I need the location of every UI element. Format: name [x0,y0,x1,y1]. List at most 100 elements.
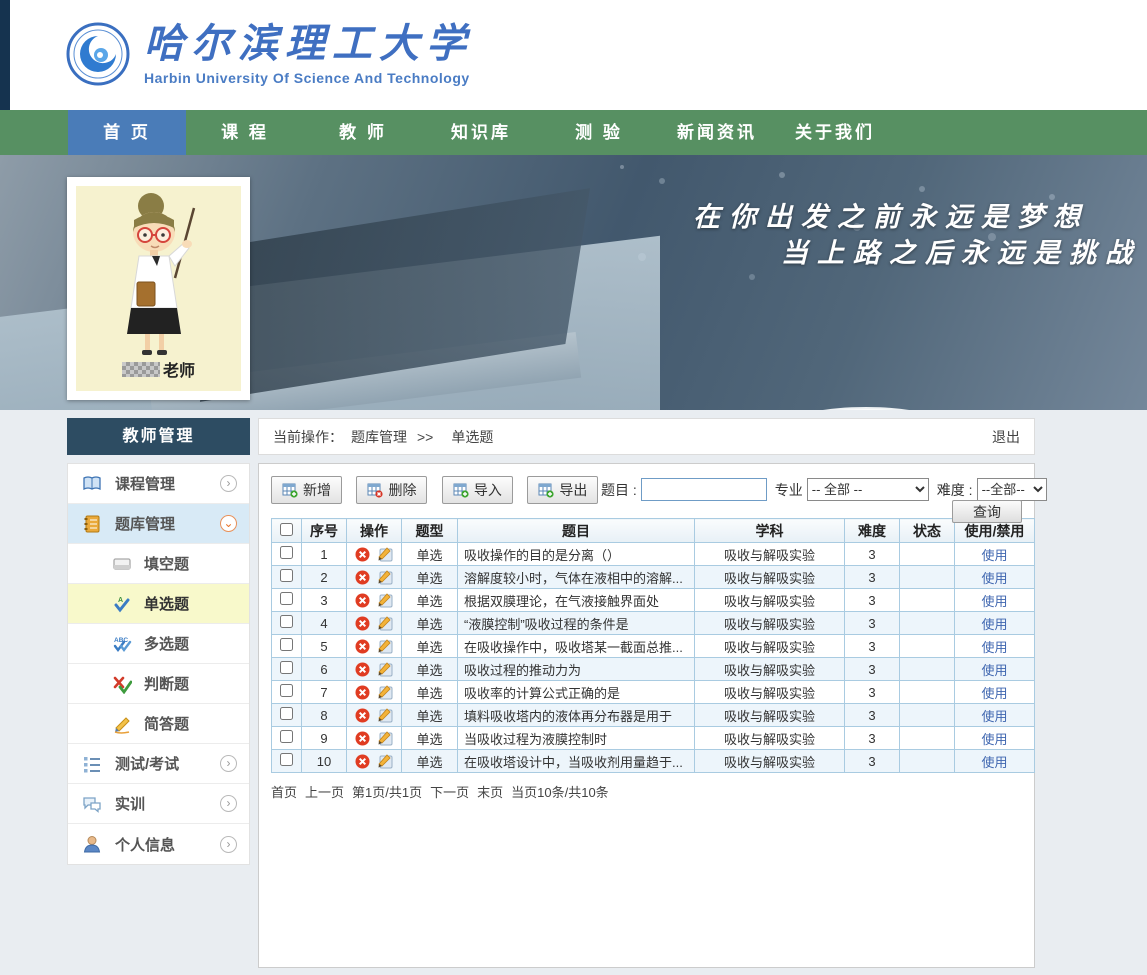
row-checkbox[interactable] [280,638,293,651]
sidebar-item-personal-info[interactable]: 个人信息 › [68,824,249,864]
pager-prev[interactable]: 上一页 [305,782,344,801]
sidebar-item-single-choice[interactable]: A 单选题 [68,584,249,624]
row-use-cell: 使用 [955,704,1035,727]
table-row: 6 单选 吸收过程的推动力为 吸收与解吸实验 3 使用 [272,658,1035,681]
row-number: 8 [302,704,347,727]
sidebar-item-question-bank[interactable]: 题库管理 ⌄ [68,504,249,544]
nav-item-home[interactable]: 首 页 [68,110,186,155]
delete-button[interactable]: 删除 [356,476,427,504]
delete-row-icon[interactable] [355,662,370,677]
delete-row-icon[interactable] [355,616,370,631]
row-difficulty: 3 [845,727,900,750]
select-all-checkbox[interactable] [280,523,293,536]
delete-row-icon[interactable] [355,593,370,608]
row-question-title: 溶解度较小时，气体在液相中的溶解... [458,566,695,589]
use-link[interactable]: 使用 [981,709,1007,724]
row-checkbox[interactable] [280,569,293,582]
row-operations [347,612,402,635]
row-checkbox[interactable] [280,661,293,674]
delete-row-icon[interactable] [355,547,370,562]
edit-row-icon[interactable] [377,753,393,769]
use-link[interactable]: 使用 [981,594,1007,609]
nav-item-teacher[interactable]: 教 师 [304,110,422,155]
use-link[interactable]: 使用 [981,732,1007,747]
delete-row-icon[interactable] [355,685,370,700]
col-header-difficulty: 难度 [845,519,900,543]
query-button[interactable]: 查询 [952,500,1022,523]
edit-row-icon[interactable] [377,615,393,631]
major-filter-label: 专业 [775,480,803,500]
table-export-icon [538,482,554,498]
use-link[interactable]: 使用 [981,571,1007,586]
sidebar-item-true-false[interactable]: 判断题 [68,664,249,704]
major-select[interactable]: -- 全部 -- [807,478,929,501]
title-search-input[interactable] [641,478,767,501]
sidebar-item-short-answer[interactable]: 简答题 [68,704,249,744]
edit-row-icon[interactable] [377,592,393,608]
row-checkbox[interactable] [280,730,293,743]
row-checkbox-cell [272,727,302,750]
edit-row-icon[interactable] [377,730,393,746]
row-operations [347,750,402,773]
use-link[interactable]: 使用 [981,548,1007,563]
import-button[interactable]: 导入 [442,476,513,504]
use-link[interactable]: 使用 [981,663,1007,678]
pager-last[interactable]: 末页 [477,782,503,801]
delete-row-icon[interactable] [355,570,370,585]
row-checkbox[interactable] [280,592,293,605]
corner-strip [0,0,10,110]
list-icon [82,754,102,774]
nav-item-knowledge[interactable]: 知识库 [422,110,540,155]
edit-row-icon[interactable] [377,684,393,700]
row-subject: 吸收与解吸实验 [695,589,845,612]
pager-first[interactable]: 首页 [271,782,297,801]
row-checkbox[interactable] [280,707,293,720]
row-question-title: 吸收过程的推动力为 [458,658,695,681]
row-operations [347,635,402,658]
difficulty-select[interactable]: --全部-- [977,478,1047,501]
use-link[interactable]: 使用 [981,755,1007,770]
use-link[interactable]: 使用 [981,686,1007,701]
row-question-type: 单选 [402,727,458,750]
sidebar-item-multi-choice[interactable]: ABC 多选题 [68,624,249,664]
use-link[interactable]: 使用 [981,640,1007,655]
nav-item-about[interactable]: 关于我们 [776,110,894,155]
sidebar-item-course-management[interactable]: 课程管理 › [68,464,249,504]
single-choice-icon: A [112,594,132,614]
row-checkbox-cell [272,543,302,566]
logout-button[interactable]: 退出 [992,427,1020,447]
pager-next[interactable]: 下一页 [430,782,469,801]
edit-row-icon[interactable] [377,661,393,677]
sidebar-item-fill-blank[interactable]: 填空题 [68,544,249,584]
nav-item-quiz[interactable]: 测 验 [540,110,658,155]
row-checkbox[interactable] [280,684,293,697]
edit-row-icon[interactable] [377,569,393,585]
nav-item-news[interactable]: 新闻资讯 [658,110,776,155]
censored-name-block [122,362,160,377]
table-row: 1 单选 吸收操作的目的是分离（） 吸收与解吸实验 3 使用 [272,543,1035,566]
row-checkbox[interactable] [280,546,293,559]
toolbar: 新增 删除 导入 导出 题目 : 专业 -- 全部 -- 难度 [271,476,1022,506]
nav-item-course[interactable]: 课 程 [186,110,304,155]
edit-row-icon[interactable] [377,546,393,562]
export-button[interactable]: 导出 [527,476,598,504]
sidebar-item-test-exam[interactable]: 测试/考试 › [68,744,249,784]
sidebar-item-label: 个人信息 [115,834,175,855]
row-checkbox-cell [272,658,302,681]
row-difficulty: 3 [845,543,900,566]
use-link[interactable]: 使用 [981,617,1007,632]
row-question-type: 单选 [402,681,458,704]
delete-row-icon[interactable] [355,639,370,654]
row-checkbox[interactable] [280,615,293,628]
row-difficulty: 3 [845,612,900,635]
row-checkbox[interactable] [280,753,293,766]
delete-row-icon[interactable] [355,731,370,746]
sidebar-item-practice[interactable]: 实训 › [68,784,249,824]
teacher-avatar-card: 老师 [67,177,250,400]
edit-row-icon[interactable] [377,638,393,654]
sidebar-item-label: 填空题 [144,553,189,574]
add-button[interactable]: 新增 [271,476,342,504]
edit-row-icon[interactable] [377,707,393,723]
delete-row-icon[interactable] [355,708,370,723]
delete-row-icon[interactable] [355,754,370,769]
